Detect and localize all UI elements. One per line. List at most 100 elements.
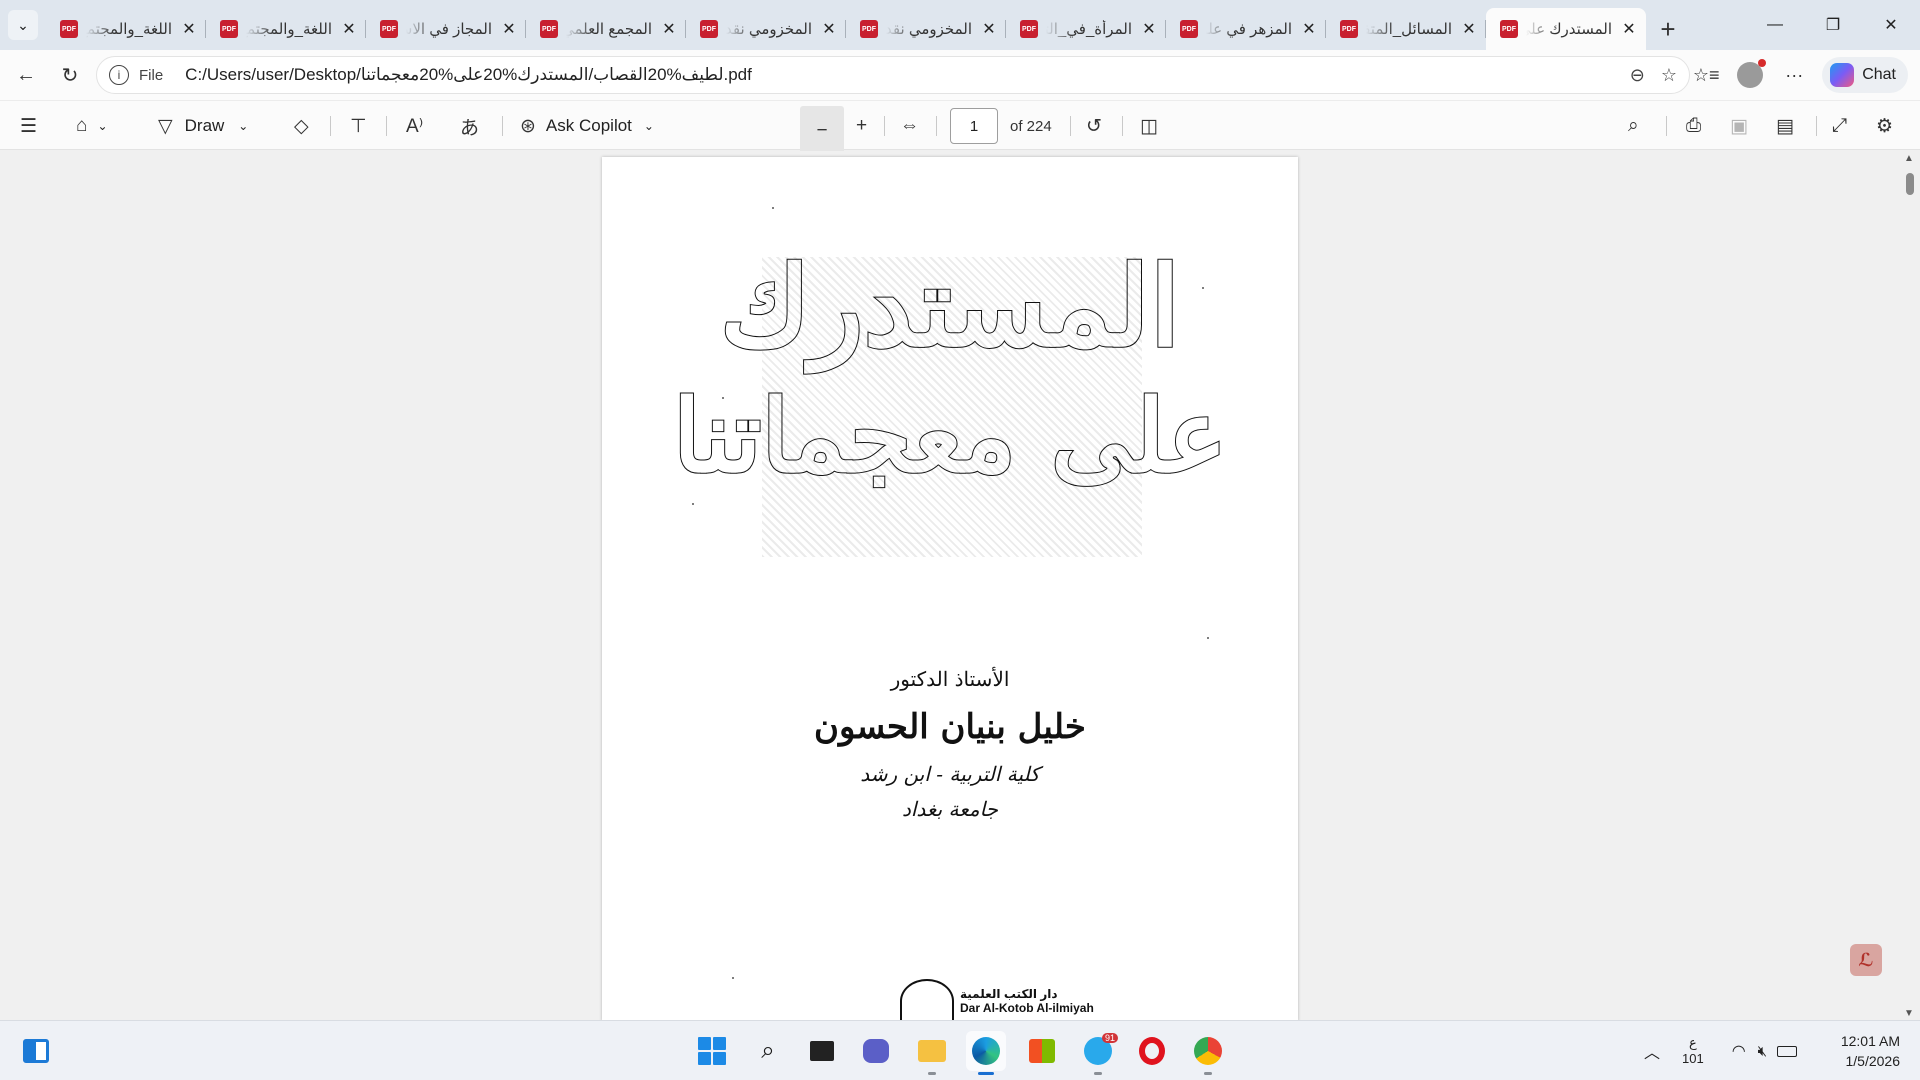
file-explorer-button[interactable]: [912, 1031, 952, 1075]
settings-button[interactable]: ⚙: [1876, 101, 1893, 151]
clock[interactable]: 12:01 AM 1/5/2026: [1841, 1031, 1900, 1071]
close-icon[interactable]: ✕: [980, 19, 998, 39]
scroll-up-icon[interactable]: ▲: [1904, 153, 1914, 164]
battery-icon[interactable]: [1777, 1045, 1798, 1057]
edge-button[interactable]: [966, 1031, 1006, 1075]
pdf-viewer[interactable]: المستدرك على معجماتنا الأستاذ الدكتور خل…: [0, 151, 1920, 1021]
chevron-up-icon[interactable]: ︿: [1640, 1039, 1664, 1063]
zoom-in-button[interactable]: +: [856, 101, 867, 151]
restore-button[interactable]: ❐: [1804, 0, 1862, 50]
info-icon[interactable]: i: [109, 65, 129, 85]
opera-button[interactable]: [1132, 1031, 1172, 1071]
taskbar-search-button[interactable]: ⌕: [748, 1031, 788, 1071]
search-button[interactable]: ⌕: [1628, 101, 1639, 151]
scrollbar-thumb[interactable]: [1906, 173, 1914, 195]
erase-button[interactable]: ◇: [294, 101, 309, 151]
close-icon[interactable]: ✕: [820, 19, 838, 39]
copilot-chat-button[interactable]: Chat: [1822, 57, 1908, 93]
close-icon[interactable]: ✕: [1620, 19, 1638, 39]
close-icon[interactable]: ✕: [1460, 19, 1478, 39]
close-icon[interactable]: ✕: [340, 19, 358, 39]
close-icon[interactable]: ✕: [660, 19, 678, 39]
draw-button[interactable]: ▽ Draw ⌄: [158, 101, 248, 151]
close-icon[interactable]: ✕: [500, 19, 518, 39]
acrobat-button[interactable]: ℒ: [1850, 944, 1882, 976]
tab[interactable]: PDF المرأة_في_التراث ✕: [1006, 8, 1166, 50]
tab[interactable]: PDF المسائل_المتفرقة ✕: [1326, 8, 1486, 50]
tab[interactable]: PDF اللغة_والمجتمع ✕: [206, 8, 366, 50]
running-indicator: [978, 1072, 994, 1075]
scroll-down-icon[interactable]: ▼: [1904, 1008, 1914, 1019]
minimize-button[interactable]: —: [1746, 0, 1804, 50]
telegram-button[interactable]: 91: [1078, 1031, 1118, 1075]
tab-actions-menu[interactable]: ⌄: [0, 0, 46, 50]
page-number-input[interactable]: 1: [950, 108, 998, 144]
cover-title-line2: على معجماتنا: [672, 376, 1228, 496]
refresh-button[interactable]: ↻: [48, 55, 92, 95]
url-scheme: File: [139, 66, 164, 84]
close-icon[interactable]: ✕: [1140, 19, 1158, 39]
separator: [330, 116, 331, 136]
input-language[interactable]: ع 101: [1682, 1035, 1704, 1067]
tab[interactable]: PDF اللغة_والمجتمع ✕: [46, 8, 206, 50]
contents-button[interactable]: ☰: [20, 101, 37, 151]
teams-button[interactable]: [856, 1031, 896, 1071]
pdf-icon: PDF: [860, 20, 878, 38]
zoom-icon[interactable]: ⊖: [1630, 65, 1645, 86]
close-window-button[interactable]: ✕: [1862, 0, 1920, 50]
browser-tools: ☆≡ ··· Chat: [1684, 50, 1920, 100]
vertical-scrollbar[interactable]: ▲ ▼: [1900, 151, 1920, 1021]
address-bar[interactable]: i File C:/Users/user/Desktop/لطيف%20القص…: [96, 56, 1690, 94]
volume-muted-icon[interactable]: 🔇︎: [1758, 1043, 1767, 1060]
save-icon: ▣: [1730, 115, 1748, 137]
url-text[interactable]: C:/Users/user/Desktop/لطيف%20القصاب/المس…: [185, 65, 752, 85]
rotate-button[interactable]: ↺: [1086, 101, 1102, 151]
chat-label: Chat: [1862, 66, 1896, 83]
print-button[interactable]: ⎙: [1686, 101, 1701, 151]
task-view-button[interactable]: [802, 1031, 842, 1071]
list-icon: ☰: [20, 115, 38, 137]
tab[interactable]: PDF المخزومي نقد ✕: [686, 8, 846, 50]
window-controls: — ❐ ✕: [1746, 0, 1920, 50]
tab[interactable]: PDF المزهر في علوم ✕: [1166, 8, 1326, 50]
close-icon[interactable]: ✕: [1300, 19, 1318, 39]
highlight-button[interactable]: ⌂ ⌄: [76, 101, 108, 151]
star-icon[interactable]: ☆: [1661, 65, 1677, 86]
tab[interactable]: PDF المخزومي نقد ✕: [846, 8, 1006, 50]
add-text-button[interactable]: ⊤: [350, 101, 367, 151]
tab-title: المزهر في علوم: [1206, 21, 1292, 38]
read-aloud-button[interactable]: A⁾: [406, 101, 423, 151]
start-button[interactable]: [692, 1031, 732, 1071]
profile-button[interactable]: [1728, 55, 1772, 95]
new-tab-button[interactable]: +: [1646, 8, 1690, 50]
save-button[interactable]: ▣: [1730, 101, 1748, 151]
pdf-icon: PDF: [60, 20, 78, 38]
tab-title: المستدرك على: [1526, 21, 1612, 38]
close-icon[interactable]: ✕: [180, 19, 198, 39]
translate-button[interactable]: あ: [460, 101, 479, 151]
wifi-icon[interactable]: ◠: [1732, 1041, 1746, 1061]
tab-strip: PDF اللغة_والمجتمع ✕ PDF اللغة_والمجتمع ✕ PD…: [46, 8, 1646, 50]
zoom-out-button[interactable]: −: [800, 106, 844, 156]
scan-speck: [1202, 287, 1204, 289]
store-button[interactable]: [1022, 1031, 1062, 1071]
page-number-field[interactable]: 1: [950, 101, 998, 151]
chevron-down-icon: ⌄: [17, 16, 29, 33]
pdf-toolbar: ☰ ⌂ ⌄ ▽ Draw ⌄ ◇ ⊤ A⁾ あ ⊛ Ask Copilot ⌄ − + ⇔…: [0, 100, 1920, 156]
print-icon: ⎙: [1686, 115, 1702, 136]
more-options-icon[interactable]: ···: [1772, 55, 1816, 95]
favorites-icon[interactable]: ☆≡: [1684, 55, 1728, 95]
tab-active[interactable]: PDF المستدرك على ✕: [1486, 8, 1646, 50]
fullscreen-button[interactable]: ⤢: [1832, 101, 1847, 151]
ask-copilot-button[interactable]: ⊛ Ask Copilot ⌄: [520, 101, 654, 151]
pdf-icon: PDF: [1340, 20, 1358, 38]
tab[interactable]: PDF المجمع العلمي ✕: [526, 8, 686, 50]
back-button[interactable]: ←: [4, 55, 48, 95]
widgets-button[interactable]: [16, 1031, 56, 1071]
chrome-button[interactable]: [1188, 1031, 1228, 1075]
fit-width-button[interactable]: ⇔: [900, 101, 919, 151]
tab[interactable]: PDF المجاز في الاستعمال ✕: [366, 8, 526, 50]
save-as-button[interactable]: ▤: [1776, 101, 1794, 151]
page-view-button[interactable]: ◫: [1140, 101, 1158, 151]
tab-title: المخزومي نقد: [886, 21, 972, 38]
